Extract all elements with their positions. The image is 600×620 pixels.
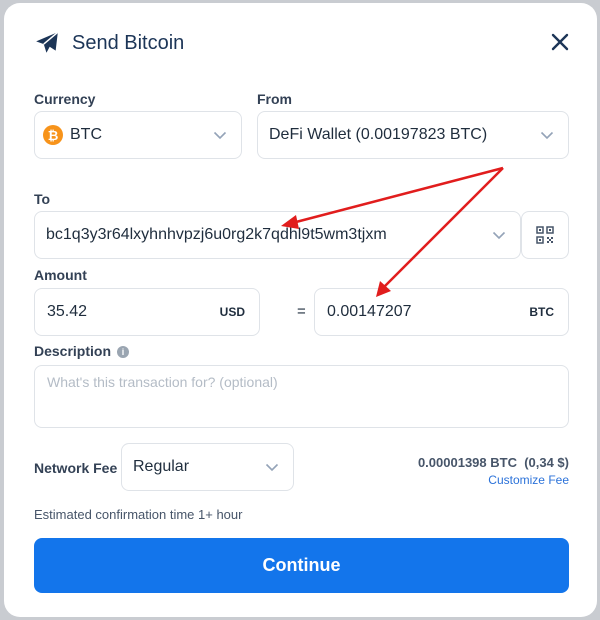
from-wallet-select[interactable]: DeFi Wallet (0.00197823 BTC): [257, 111, 569, 159]
bitcoin-icon: ₿: [43, 125, 63, 145]
chevron-down-icon: [540, 131, 554, 140]
network-fee-label: Network Fee: [34, 460, 118, 476]
description-input[interactable]: [34, 365, 569, 428]
network-fee-select[interactable]: Regular: [121, 443, 294, 491]
fiat-amount-value: 35.42: [47, 303, 88, 320]
qr-code-icon: [536, 226, 554, 244]
from-label: From: [257, 91, 292, 107]
to-label: To: [34, 191, 51, 207]
from-value: DeFi Wallet (0.00197823 BTC): [269, 126, 488, 143]
currency-label: Currency: [34, 91, 96, 107]
close-icon[interactable]: [549, 31, 571, 53]
send-bitcoin-dialog: Send Bitcoin Currency ₿ BTC From DeFi Wa…: [4, 3, 597, 617]
dialog-header: Send Bitcoin: [34, 27, 184, 59]
currency-select[interactable]: ₿ BTC: [34, 111, 242, 159]
chevron-down-icon: [213, 131, 227, 140]
dialog-title: Send Bitcoin: [72, 31, 185, 54]
description-label: Description i: [34, 343, 130, 359]
amount-label: Amount: [34, 267, 87, 283]
equals-sign: =: [297, 303, 306, 320]
info-icon[interactable]: i: [117, 346, 130, 358]
crypto-unit: BTC: [529, 305, 554, 319]
crypto-amount-input[interactable]: 0.00147207 BTC: [314, 288, 569, 336]
qr-scan-button[interactable]: [521, 211, 569, 259]
network-fee-value: Regular: [133, 458, 190, 475]
to-address-value: bc1q3y3r64lxyhnhvpzj6u0rg2k7qdhl9t5wm3tj…: [46, 226, 387, 243]
to-address-input[interactable]: bc1q3y3r64lxyhnhvpzj6u0rg2k7qdhl9t5wm3tj…: [34, 211, 521, 259]
currency-value: BTC: [70, 126, 102, 143]
crypto-amount-value: 0.00147207: [327, 303, 412, 320]
description-label-text: Description: [34, 343, 112, 359]
chevron-down-icon: [492, 231, 506, 240]
fee-amount: 0.00001398 BTC (0,34 $): [417, 455, 569, 470]
confirmation-estimate: Estimated confirmation time 1+ hour: [34, 507, 243, 522]
fiat-unit: USD: [219, 305, 245, 319]
customize-fee-link[interactable]: Customize Fee: [488, 473, 569, 487]
fiat-amount-input[interactable]: 35.42 USD: [34, 288, 260, 336]
continue-button[interactable]: Continue: [34, 538, 569, 593]
chevron-down-icon: [265, 463, 279, 472]
paper-plane-icon: [36, 31, 59, 53]
